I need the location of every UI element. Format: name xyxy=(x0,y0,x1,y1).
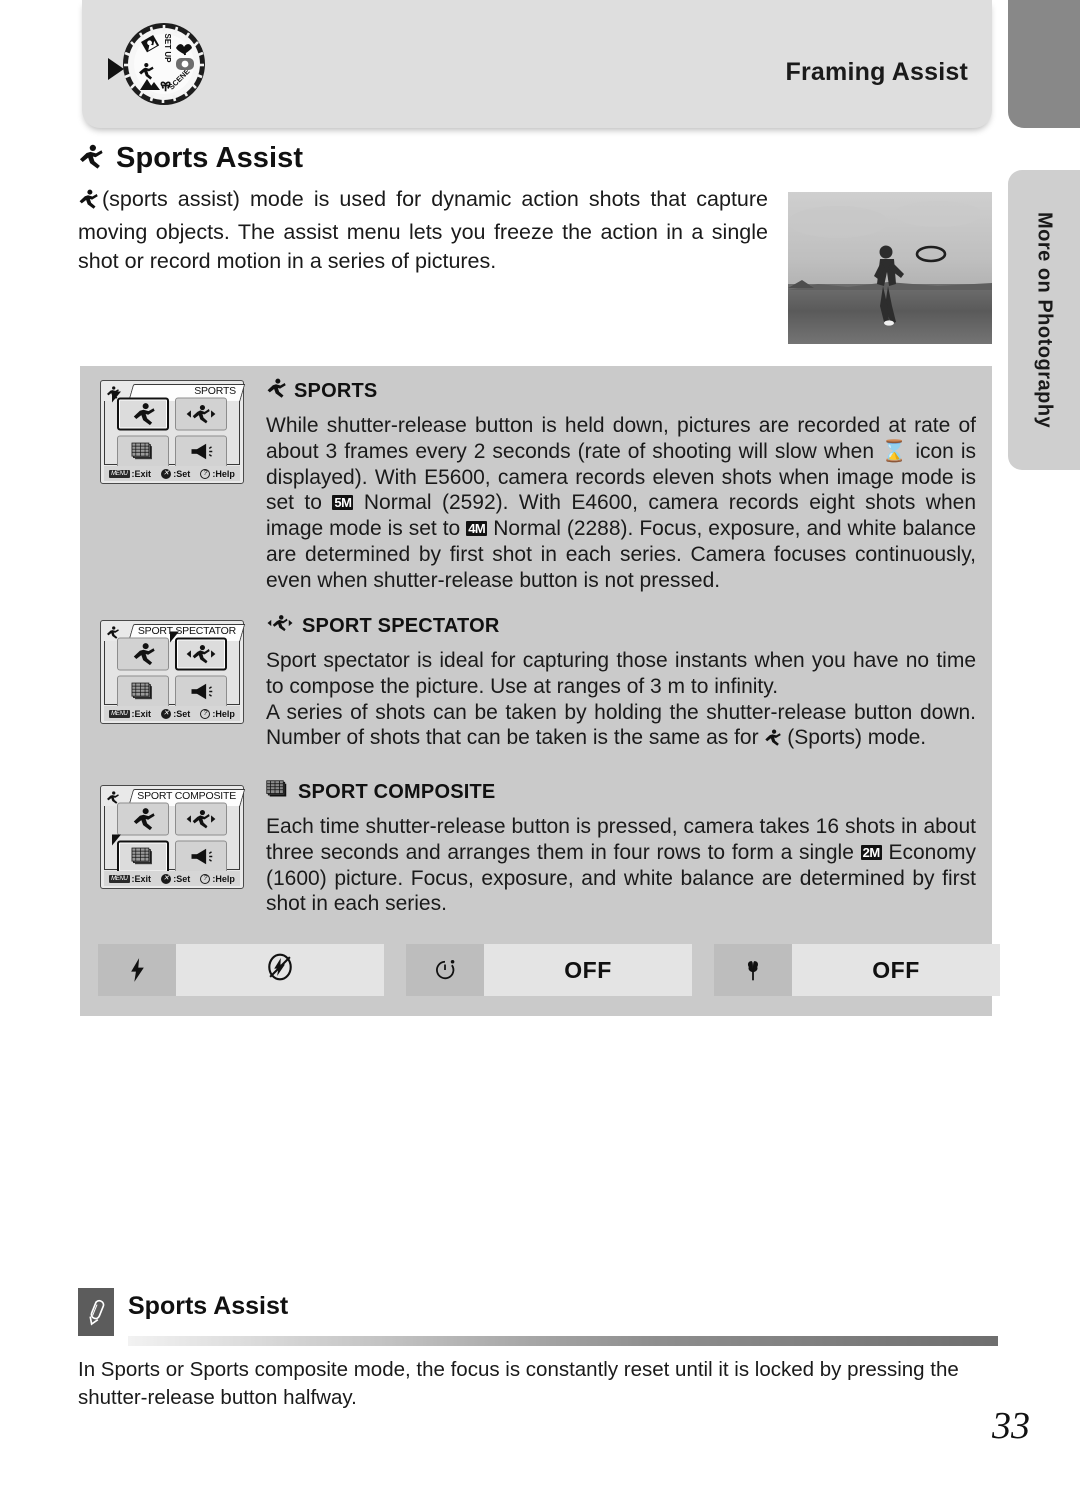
setting-flash[interactable] xyxy=(98,944,384,996)
lcd-cell-sport-spectator[interactable] xyxy=(170,631,227,670)
sport-spectator-icon xyxy=(266,613,294,639)
lcd-cell-sport-composite[interactable] xyxy=(117,435,169,468)
assist-modes-panel: SPORTS MENU:Exit ✕:Set ?:Help SPORT S… xyxy=(80,366,1000,1016)
image-mode-chip-4m: 4M xyxy=(466,521,488,537)
spectator-text-b: (Sports) mode. xyxy=(781,726,927,750)
section-sport-spectator: SPORT SPECTATOR Sport spectator is ideal… xyxy=(266,613,976,751)
flash-icon xyxy=(98,944,176,996)
note-header: Sports Assist xyxy=(78,1288,998,1336)
section-heading: SPORTS xyxy=(266,378,976,404)
hero-photo xyxy=(788,192,992,344)
section-sports: SPORTS While shutter-release button is h… xyxy=(266,378,976,594)
lcd-body xyxy=(104,802,240,873)
settings-bar: OFF OFF xyxy=(98,944,1000,996)
section-heading-row: Sports Assist xyxy=(78,142,303,175)
section-tab-top xyxy=(1008,0,1080,128)
setting-macro-value: OFF xyxy=(792,944,1000,996)
lcd-footer: MENU:Exit ✕:Set ?:Help xyxy=(104,466,240,481)
lcd-footer-exit: MENU:Exit xyxy=(109,468,152,479)
note-title: Sports Assist xyxy=(128,1292,289,1320)
spectator-paragraph-1: Sport spectator is ideal for capturing t… xyxy=(266,649,976,698)
note-block: Sports Assist In Sports or Sports compos… xyxy=(78,1288,998,1409)
lcd-tab-name: SPORT COMPOSITE xyxy=(137,790,236,802)
lcd-cell-sports[interactable] xyxy=(112,391,169,430)
section-heading: SPORT COMPOSITE xyxy=(266,779,976,805)
mode-dial-icon: SET UP SCENE xyxy=(102,18,222,110)
sports-text-a: While shutter-release button is held dow… xyxy=(266,414,976,463)
lcd-footer-help: ?:Help xyxy=(200,873,235,884)
page-title-header: Framing Assist xyxy=(785,58,968,86)
lcd-cell-sports-museum[interactable] xyxy=(175,435,227,468)
lcd-tab-name: SPORT SPECTATOR xyxy=(137,625,236,637)
setting-flash-value xyxy=(176,944,384,996)
lcd-cell-sports[interactable] xyxy=(117,637,169,670)
note-divider xyxy=(128,1336,998,1346)
sport-composite-icon xyxy=(266,779,290,805)
section-body: Sport spectator is ideal for capturing t… xyxy=(266,648,976,751)
section-tab-label: More on Photography xyxy=(1033,211,1056,429)
page-title: Sports Assist xyxy=(116,142,304,174)
lcd-screenshot-sport-composite: SPORT COMPOSITE MENU:Exit ✕:Set ?:Hel… xyxy=(100,785,246,889)
lcd-footer-exit: MENU:Exit xyxy=(109,708,152,719)
section-heading: SPORT SPECTATOR xyxy=(266,613,976,639)
pencil-note-icon xyxy=(78,1288,114,1336)
intro-paragraph: (sports assist) mode is used for dynamic… xyxy=(78,185,768,277)
lcd-footer-set: ✕:Set xyxy=(161,708,190,719)
section-heading-label: SPORTS xyxy=(294,379,378,402)
lcd-cell-sports-museum[interactable] xyxy=(175,675,227,708)
lcd-screenshot-sport-spectator: SPORT SPECTATOR MENU:Exit ✕:Set ?:Hel… xyxy=(100,620,246,724)
lcd-tab-name: SPORTS xyxy=(194,385,236,397)
lcd-footer-exit: MENU:Exit xyxy=(109,873,152,884)
lcd-cell-sports-museum[interactable] xyxy=(175,840,227,873)
lcd-footer-set: ✕:Set xyxy=(161,468,190,479)
page-number: 33 xyxy=(992,1405,1030,1447)
svg-text:SET UP: SET UP xyxy=(163,34,172,64)
setting-macro[interactable]: OFF xyxy=(714,944,1000,996)
section-body: While shutter-release button is held dow… xyxy=(266,413,976,594)
lcd-cell-sport-composite[interactable] xyxy=(112,834,169,873)
section-sport-composite: SPORT COMPOSITE Each time shutter-releas… xyxy=(266,779,976,917)
running-person-icon xyxy=(764,726,782,749)
lcd-screenshot-sports: SPORTS MENU:Exit ✕:Set ?:Help xyxy=(100,380,246,484)
note-body: In Sports or Sports composite mode, the … xyxy=(78,1358,959,1409)
running-person-icon xyxy=(266,378,286,404)
setting-self-timer[interactable]: OFF xyxy=(406,944,692,996)
section-body: Each time shutter-release button is pres… xyxy=(266,814,976,917)
page-header-band: SET UP SCENE Framing Assist xyxy=(82,0,992,128)
hourglass-icon: ⌛ xyxy=(881,439,909,463)
lcd-footer-help: ?:Help xyxy=(200,708,235,719)
macro-flower-icon xyxy=(714,944,792,996)
setting-self-timer-value: OFF xyxy=(484,944,692,996)
flash-off-icon xyxy=(266,953,294,987)
lcd-cell-sport-composite[interactable] xyxy=(117,675,169,708)
lcd-footer: MENU:Exit ✕:Set ?:Help xyxy=(104,706,240,721)
image-mode-chip-5m: 5M xyxy=(332,495,354,511)
intro-text: (sports assist) mode is used for dynamic… xyxy=(78,187,768,273)
lcd-cell-sport-spectator[interactable] xyxy=(175,397,227,430)
lcd-footer: MENU:Exit ✕:Set ?:Help xyxy=(104,871,240,886)
lcd-footer-set: ✕:Set xyxy=(161,873,190,884)
self-timer-icon xyxy=(406,944,484,996)
lcd-body xyxy=(104,631,240,708)
lcd-footer-help: ?:Help xyxy=(200,468,235,479)
lcd-cell-sport-spectator[interactable] xyxy=(175,802,227,835)
section-heading-label: SPORT SPECTATOR xyxy=(302,614,500,637)
lcd-cell-sports[interactable] xyxy=(117,802,169,835)
running-person-icon xyxy=(78,188,98,218)
lcd-body xyxy=(104,391,240,468)
image-mode-chip-2m: 2M xyxy=(860,844,882,860)
section-heading-label: SPORT COMPOSITE xyxy=(298,780,496,803)
running-person-icon xyxy=(78,144,103,174)
